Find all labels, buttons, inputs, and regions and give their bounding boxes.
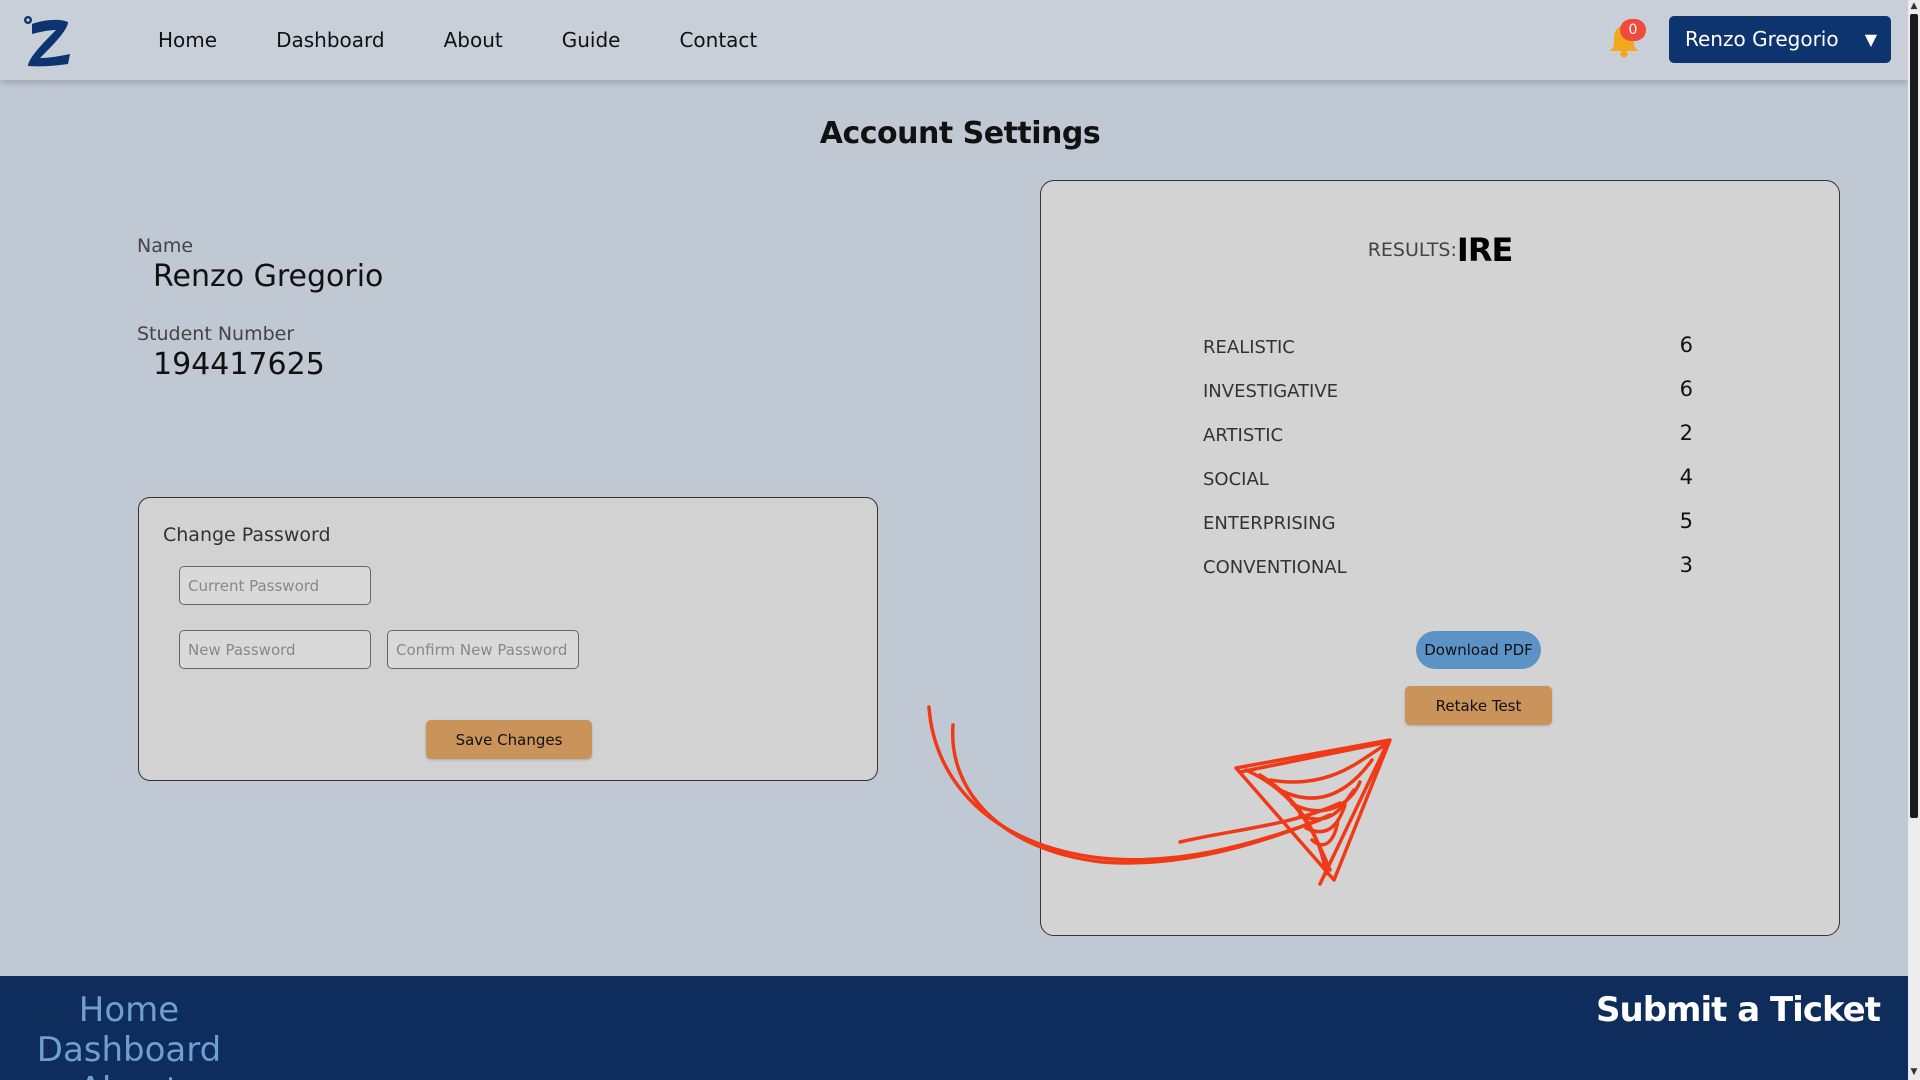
- nav-contact[interactable]: Contact: [679, 28, 757, 52]
- chevron-down-icon: ▼: [1864, 30, 1877, 49]
- nav-dashboard[interactable]: Dashboard: [276, 28, 385, 52]
- score-row-enterprising: ENTERPRISING 5: [1203, 509, 1693, 539]
- footer-link-about[interactable]: About: [0, 1070, 258, 1080]
- main-nav: Home Dashboard About Guide Contact: [158, 0, 757, 80]
- score-row-investigative: INVESTIGATIVE 6: [1203, 377, 1693, 407]
- user-menu-button[interactable]: Renzo Gregorio ▼: [1669, 16, 1891, 63]
- footer-link-home[interactable]: Home: [0, 990, 258, 1030]
- retake-test-button[interactable]: Retake Test: [1405, 686, 1552, 725]
- confirm-password-input[interactable]: [387, 630, 579, 669]
- score-value: 5: [1679, 509, 1693, 533]
- score-value: 2: [1679, 421, 1693, 445]
- score-value: 3: [1679, 553, 1693, 577]
- score-row-conventional: CONVENTIONAL 3: [1203, 553, 1693, 583]
- new-password-input[interactable]: [179, 630, 371, 669]
- change-password-panel: Change Password Save Changes: [138, 497, 878, 781]
- score-row-realistic: REALISTIC 6: [1203, 333, 1693, 363]
- nav-home[interactable]: Home: [158, 28, 217, 52]
- current-password-input[interactable]: [179, 566, 371, 605]
- download-pdf-button[interactable]: Download PDF: [1416, 631, 1541, 669]
- scroll-up-arrow-icon[interactable]: ▲: [1909, 0, 1919, 12]
- score-name: ENTERPRISING: [1203, 513, 1336, 534]
- score-row-artistic: ARTISTIC 2: [1203, 421, 1693, 451]
- student-number-value: 194417625: [153, 347, 325, 382]
- change-password-title: Change Password: [163, 524, 331, 546]
- submit-ticket-link[interactable]: Submit a Ticket: [1596, 990, 1881, 1030]
- score-value: 4: [1679, 465, 1693, 489]
- results-code: IRE: [1456, 231, 1513, 269]
- score-name: REALISTIC: [1203, 337, 1295, 358]
- score-name: INVESTIGATIVE: [1203, 381, 1339, 402]
- vertical-scrollbar[interactable]: ▲ ▼: [1908, 0, 1920, 1080]
- user-name: Renzo Gregorio: [1685, 27, 1839, 51]
- score-value: 6: [1679, 333, 1693, 357]
- nav-guide[interactable]: Guide: [562, 28, 621, 52]
- z-logo-icon[interactable]: [22, 14, 74, 68]
- score-name: ARTISTIC: [1203, 425, 1284, 446]
- score-name: SOCIAL: [1203, 469, 1269, 490]
- notification-badge: 0: [1620, 19, 1646, 41]
- footer: Home Dashboard About Submit a Ticket: [0, 976, 1908, 1080]
- scroll-down-arrow-icon[interactable]: ▼: [1909, 1066, 1919, 1078]
- page-title: Account Settings: [819, 116, 1101, 151]
- top-navbar: Home Dashboard About Guide Contact 0 Ren…: [0, 0, 1908, 80]
- footer-link-dashboard[interactable]: Dashboard: [0, 1030, 258, 1070]
- score-value: 6: [1679, 377, 1693, 401]
- save-changes-button[interactable]: Save Changes: [426, 720, 592, 759]
- student-number-label: Student Number: [137, 323, 295, 345]
- results-panel: RESULTS:IRE REALISTIC 6 INVESTIGATIVE 6 …: [1040, 180, 1840, 936]
- name-label: Name: [137, 235, 194, 257]
- nav-about[interactable]: About: [444, 28, 503, 52]
- name-value: Renzo Gregorio: [153, 259, 384, 294]
- results-header: RESULTS:IRE: [1041, 231, 1839, 269]
- score-name: CONVENTIONAL: [1203, 557, 1347, 578]
- score-row-social: SOCIAL 4: [1203, 465, 1693, 495]
- results-label: RESULTS:: [1367, 239, 1457, 261]
